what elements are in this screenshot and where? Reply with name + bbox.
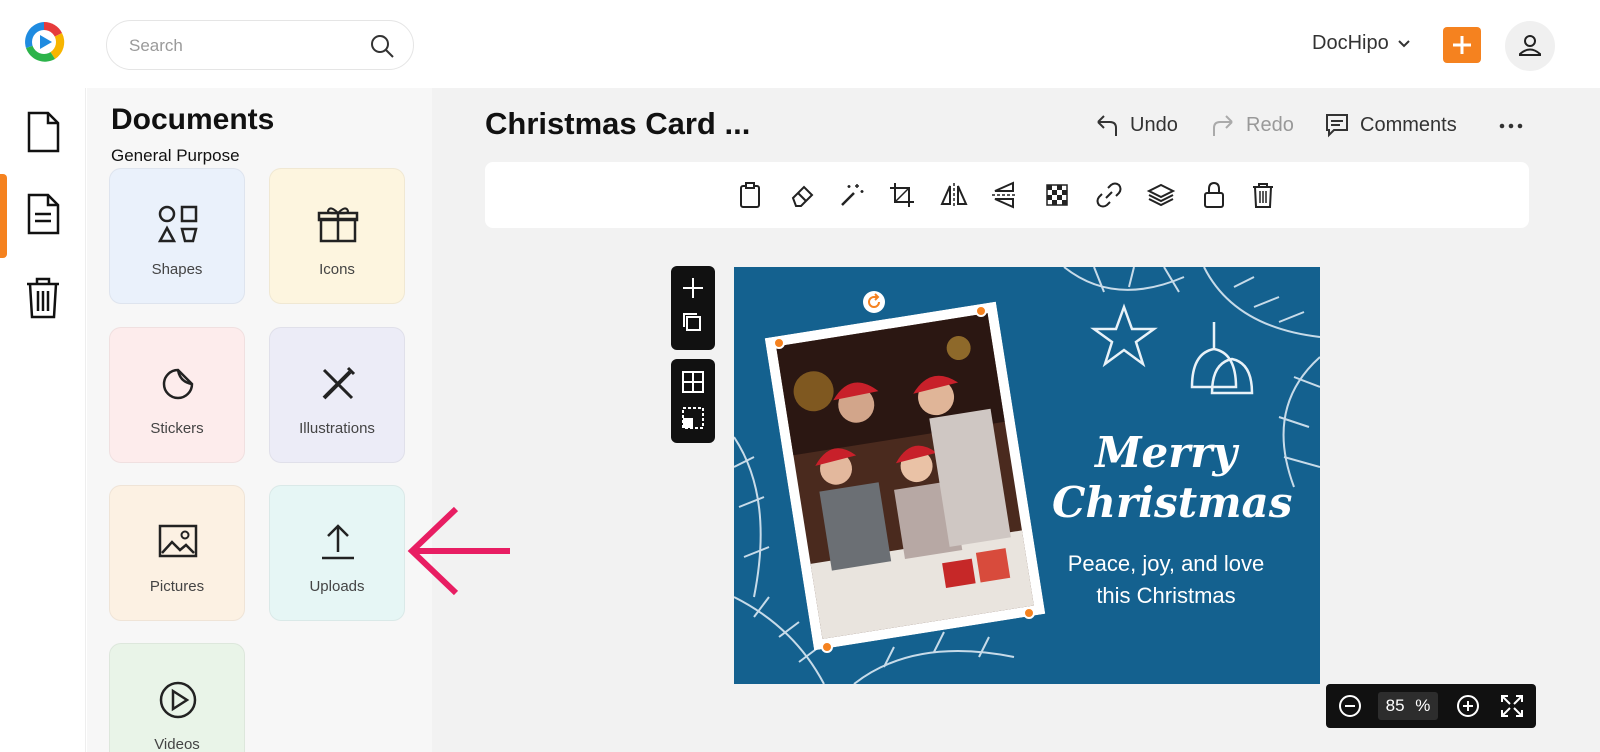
more-horizontal-icon: [1499, 123, 1523, 129]
zoom-out-icon[interactable]: [1338, 694, 1362, 718]
upload-icon: [322, 524, 354, 560]
grid-icon[interactable]: [682, 371, 704, 393]
flip-horizontal-icon[interactable]: [939, 180, 969, 210]
workspace-selector[interactable]: DocHipo: [1312, 32, 1411, 55]
shapes-icon: [157, 205, 198, 243]
crop-icon[interactable]: [887, 180, 917, 210]
fullscreen-icon[interactable]: [1499, 693, 1525, 719]
illustration-icon: [322, 366, 356, 400]
undo-label: Undo: [1130, 113, 1178, 136]
message-line-2: this Christmas: [1096, 583, 1236, 608]
workspace-name: DocHipo: [1312, 32, 1389, 54]
comments-label: Comments: [1360, 113, 1457, 136]
tile-pictures[interactable]: Pictures: [109, 485, 245, 621]
tile-label: Shapes: [151, 261, 203, 278]
undo-icon: [1097, 115, 1117, 136]
zoom-value[interactable]: 85 %: [1378, 692, 1438, 720]
zoom-number: 85: [1385, 696, 1405, 715]
magic-wand-icon[interactable]: [837, 180, 867, 210]
tile-icons[interactable]: Icons: [269, 168, 405, 304]
add-page-icon[interactable]: [683, 278, 703, 298]
tile-label: Uploads: [309, 578, 365, 595]
tile-uploads[interactable]: Uploads: [269, 485, 405, 621]
resize-handle[interactable]: [1023, 607, 1035, 619]
select-area-icon[interactable]: [682, 407, 704, 429]
resize-handle[interactable]: [821, 641, 833, 653]
zoom-in-icon[interactable]: [1456, 694, 1480, 718]
user-avatar[interactable]: [1505, 21, 1555, 71]
duplicate-page-icon[interactable]: [683, 313, 701, 331]
create-button[interactable]: [1443, 27, 1481, 63]
redo-icon: [1213, 115, 1233, 136]
trash-icon[interactable]: [24, 276, 62, 320]
canvas-grid-tools: [671, 359, 715, 443]
comment-icon: [1326, 114, 1348, 138]
panel-title: Documents: [111, 103, 275, 136]
tile-stickers[interactable]: Stickers: [109, 327, 245, 463]
redo-button[interactable]: Redo: [1210, 112, 1294, 138]
panel-subtitle: General Purpose: [111, 146, 240, 165]
tile-label: Pictures: [149, 578, 205, 595]
tile-label: Illustrations: [299, 420, 375, 437]
arrow-left-icon: [407, 506, 510, 596]
flip-vertical-icon[interactable]: [989, 180, 1019, 210]
image-icon: [158, 524, 198, 558]
clipboard-icon[interactable]: [735, 180, 765, 210]
canvas-add-tools: [671, 266, 715, 350]
document-icon[interactable]: [24, 110, 62, 154]
eraser-icon[interactable]: [788, 180, 818, 210]
resize-handle[interactable]: [773, 337, 785, 349]
left-rail: [0, 88, 86, 752]
chevron-down-icon: [1397, 32, 1411, 55]
search-input[interactable]: Search: [129, 36, 183, 56]
delete-icon[interactable]: [1248, 180, 1278, 210]
documents-list-icon[interactable]: [24, 192, 62, 236]
search-box[interactable]: Search: [106, 20, 414, 70]
card-message[interactable]: Peace, joy, and love this Christmas: [1052, 548, 1280, 612]
rotate-icon: [868, 293, 880, 308]
more-options-button[interactable]: [1498, 116, 1524, 136]
tile-label: Stickers: [150, 420, 204, 437]
link-icon[interactable]: [1094, 180, 1124, 210]
layers-icon[interactable]: [1146, 180, 1176, 210]
rotate-handle[interactable]: [863, 291, 885, 313]
resize-handle[interactable]: [975, 305, 987, 317]
document-title[interactable]: Christmas Card ...: [485, 106, 750, 142]
active-indicator: [0, 174, 7, 258]
asset-panel: Documents General Purpose Shapes Icons S…: [87, 88, 432, 752]
element-toolbar: [485, 162, 1529, 228]
transparency-icon[interactable]: [1042, 180, 1072, 210]
gift-icon: [317, 207, 359, 243]
headline-line-1: Merry: [1095, 428, 1237, 477]
zoom-unit: %: [1415, 696, 1431, 715]
top-bar: Search DocHipo: [0, 0, 1600, 88]
zoom-control: 85 %: [1326, 684, 1536, 728]
dochipo-logo[interactable]: [22, 20, 66, 64]
play-icon: [159, 681, 197, 719]
tile-label: Videos: [154, 736, 200, 752]
sticker-icon: [162, 368, 194, 400]
tile-label: Icons: [319, 261, 355, 278]
card-headline[interactable]: Merry Christmas: [1052, 428, 1293, 528]
tile-videos[interactable]: Videos: [109, 643, 245, 752]
undo-button[interactable]: Undo: [1094, 112, 1178, 138]
redo-label: Redo: [1246, 113, 1294, 136]
search-icon[interactable]: [369, 33, 395, 59]
headline-line-2: Christmas: [1052, 478, 1293, 527]
family-photo[interactable]: [764, 301, 1046, 651]
comments-button[interactable]: Comments: [1324, 112, 1457, 138]
message-line-1: Peace, joy, and love: [1067, 551, 1265, 576]
lock-icon[interactable]: [1199, 180, 1229, 210]
tile-shapes[interactable]: Shapes: [109, 168, 245, 304]
tile-illustrations[interactable]: Illustrations: [269, 327, 405, 463]
